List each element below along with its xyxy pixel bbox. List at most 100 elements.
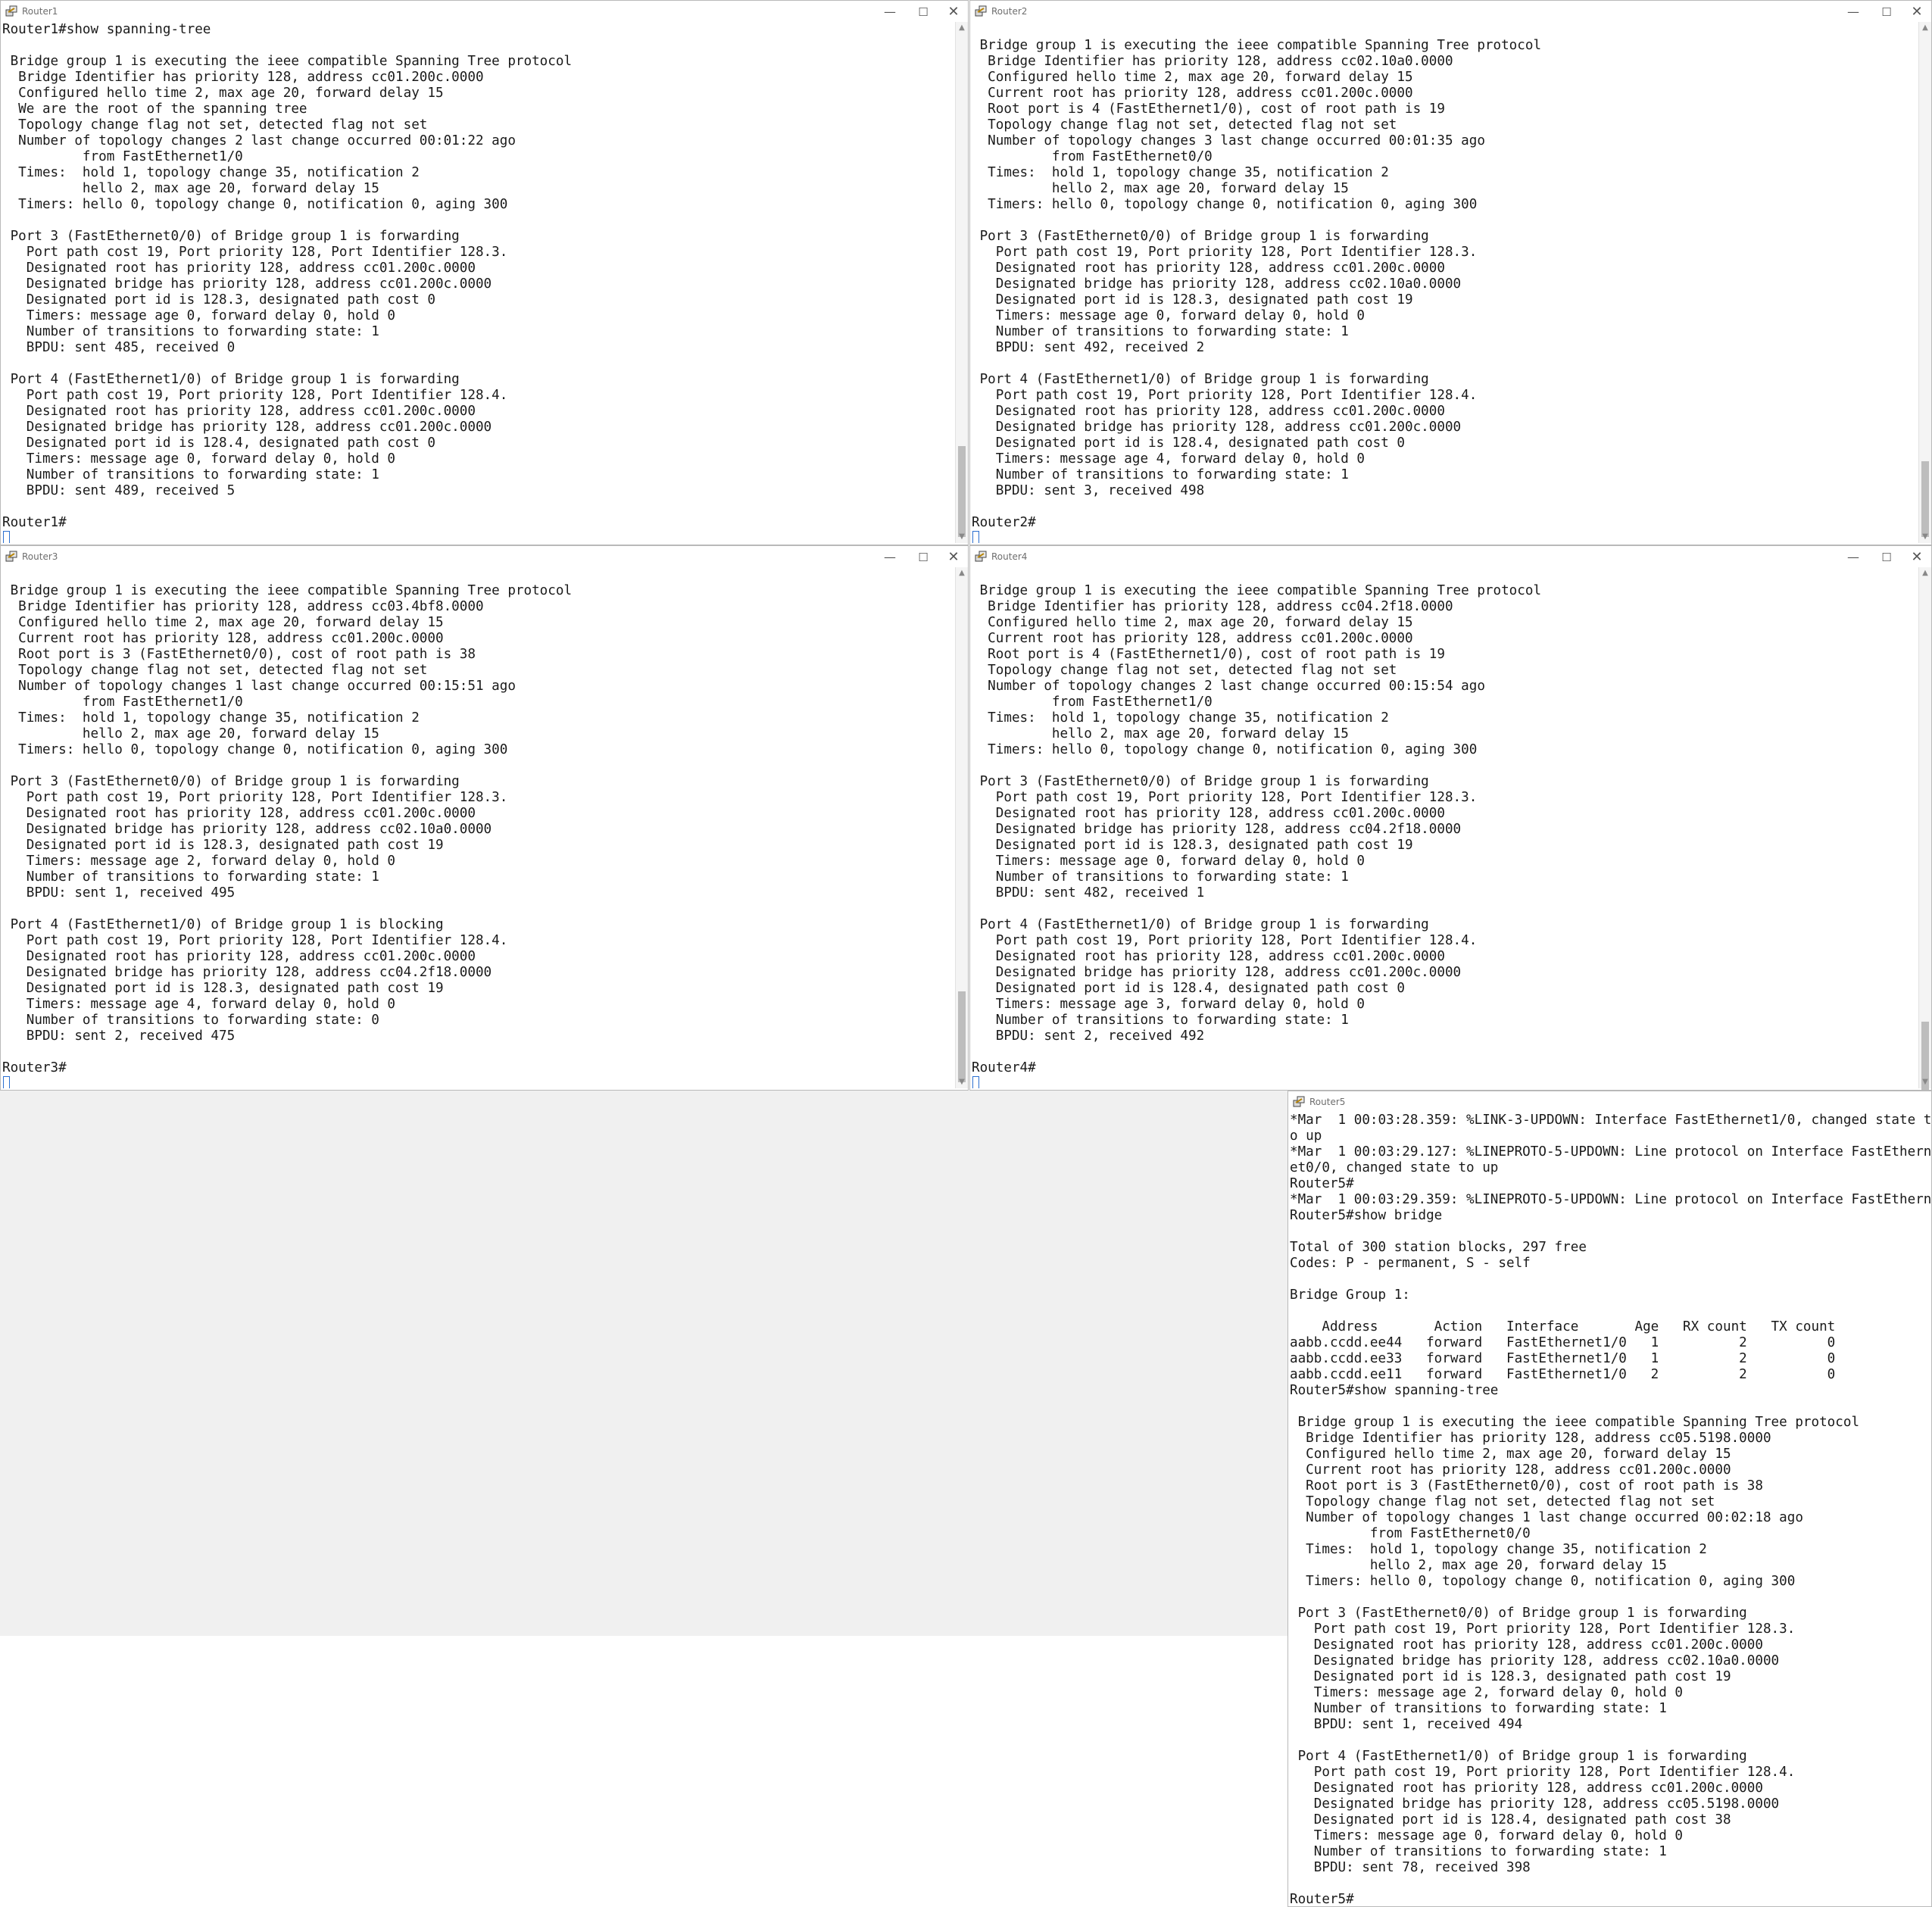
terminal-line: Designated port id is 128.3, designated … — [2, 981, 444, 996]
router2-scrollbar[interactable]: ▲ ▼ — [1918, 22, 1931, 543]
terminal-line: Router5#show bridge — [1290, 1208, 1443, 1223]
terminal-line: Topology change flag not set, detected f… — [2, 663, 428, 678]
router3-terminal[interactable]: Bridge group 1 is executing the ieee com… — [2, 567, 954, 1088]
terminal-line: BPDU: sent 3, received 498 — [972, 483, 1205, 498]
minimize-icon[interactable]: — — [879, 548, 901, 567]
terminal-line: Bridge Identifier has priority 128, addr… — [1290, 1431, 1771, 1446]
terminal-line: Designated root has priority 128, addres… — [972, 404, 1445, 419]
terminal-line: from FastEthernet1/0 — [2, 149, 243, 164]
minimize-icon[interactable]: — — [1842, 548, 1865, 567]
terminal-line: Timers: message age 0, forward delay 0, … — [1290, 1828, 1684, 1843]
terminal-line: Router5#show spanning-tree — [1290, 1383, 1499, 1398]
router3-title-bar[interactable]: Router3 — ☐ ✕ — [1, 546, 968, 569]
terminal-line: Designated root has priority 128, addres… — [1290, 1781, 1763, 1796]
terminal-line: Bridge Identifier has priority 128, addr… — [2, 599, 484, 614]
router4-prompt: Router4# — [972, 1060, 1036, 1075]
router1-title-bar[interactable]: Router1 — ☐ ✕ — [1, 1, 968, 23]
router3-scroll-thumb[interactable] — [958, 991, 966, 1082]
terminal-line: Number of transitions to forwarding stat… — [1290, 1701, 1667, 1716]
terminal-line: Bridge group 1 is executing the ieee com… — [2, 54, 573, 69]
router1-window-title: Router1 — [22, 6, 58, 17]
router1-window[interactable]: Router1 — ☐ ✕ Router1#show spanning-tree… — [0, 0, 969, 545]
minimize-icon[interactable]: — — [1842, 2, 1865, 22]
text-cursor-icon — [972, 531, 979, 543]
terminal-line: Number of topology changes 2 last change… — [2, 133, 516, 148]
router1-terminal[interactable]: Router1#show spanning-tree Bridge group … — [2, 22, 954, 543]
terminal-line: aabb.ccdd.ee33 forward FastEthernet1/0 1… — [1290, 1351, 1836, 1366]
router5-prompt-line[interactable]: Router5# — [1290, 1892, 1931, 1905]
terminal-line: Number of transitions to forwarding stat… — [972, 1013, 1349, 1028]
router5-window[interactable]: Router5 *Mar 1 00:03:28.359: %LINK-3-UPD… — [1287, 1091, 1932, 1907]
terminal-line: Timers: message age 0, forward delay 0, … — [2, 451, 396, 467]
terminal-line: Root port is 3 (FastEthernet0/0), cost o… — [2, 647, 476, 662]
terminal-line: Designated root has priority 128, addres… — [2, 404, 476, 419]
terminal-line: Port path cost 19, Port priority 128, Po… — [972, 388, 1478, 403]
scroll-down-arrow-icon[interactable]: ▼ — [1919, 531, 1931, 543]
terminal-line: hello 2, max age 20, forward delay 15 — [1290, 1558, 1667, 1573]
router3-window-title: Router3 — [22, 551, 58, 562]
router1-scroll-thumb[interactable] — [958, 446, 966, 537]
maximize-icon[interactable]: ☐ — [912, 548, 935, 567]
router2-window[interactable]: Router2 — ☐ ✕ Bridge group 1 is executin… — [969, 0, 1932, 545]
scroll-up-arrow-icon[interactable]: ▲ — [956, 22, 968, 34]
terminal-line: *Mar 1 00:03:29.127: %LINEPROTO-5-UPDOWN… — [1290, 1144, 1931, 1159]
terminal-line: Number of transitions to forwarding stat… — [972, 467, 1349, 482]
router2-scroll-thumb[interactable] — [1921, 461, 1929, 537]
scroll-down-arrow-icon[interactable]: ▼ — [1919, 1076, 1931, 1088]
terminal-line: Designated bridge has priority 128, addr… — [2, 822, 492, 837]
router3-prompt-line[interactable]: Router3# — [2, 1060, 954, 1088]
scroll-up-arrow-icon[interactable]: ▲ — [1919, 567, 1931, 579]
scroll-down-arrow-icon[interactable]: ▼ — [956, 531, 968, 543]
close-icon[interactable]: ✕ — [1905, 2, 1928, 22]
terminal-line: Port 4 (FastEthernet1/0) of Bridge group… — [972, 372, 1429, 387]
router4-prompt-line[interactable]: Router4# — [972, 1060, 1918, 1088]
terminal-line: Designated bridge has priority 128, addr… — [1290, 1653, 1780, 1668]
terminal-line: hello 2, max age 20, forward delay 15 — [2, 181, 379, 196]
maximize-icon[interactable]: ☐ — [912, 2, 935, 22]
router2-title-bar[interactable]: Router2 — ☐ ✕ — [970, 1, 1931, 23]
terminal-line: Port 4 (FastEthernet1/0) of Bridge group… — [2, 372, 460, 387]
scroll-up-arrow-icon[interactable]: ▲ — [956, 567, 968, 579]
terminal-line: Designated port id is 128.4, designated … — [972, 435, 1405, 451]
router4-terminal[interactable]: Bridge group 1 is executing the ieee com… — [972, 567, 1918, 1088]
router5-title-bar[interactable]: Router5 — [1288, 1091, 1931, 1114]
router5-terminal[interactable]: *Mar 1 00:03:28.359: %LINK-3-UPDOWN: Int… — [1290, 1113, 1931, 1905]
router3-window[interactable]: Router3 — ☐ ✕ Bridge group 1 is executin… — [0, 545, 969, 1091]
router3-scrollbar[interactable]: ▲ ▼ — [955, 567, 968, 1088]
router2-terminal[interactable]: Bridge group 1 is executing the ieee com… — [972, 22, 1918, 543]
scroll-down-arrow-icon[interactable]: ▼ — [956, 1076, 968, 1088]
router1-prompt-line[interactable]: Router1# — [2, 515, 954, 543]
terminal-line: Bridge Identifier has priority 128, addr… — [972, 54, 1453, 69]
terminal-line: Port 3 (FastEthernet0/0) of Bridge group… — [972, 229, 1429, 244]
terminal-line: Topology change flag not set, detected f… — [972, 663, 1397, 678]
terminal-line: BPDU: sent 78, received 398 — [1290, 1860, 1531, 1875]
close-icon[interactable]: ✕ — [1905, 548, 1928, 567]
terminal-line: Times: hold 1, topology change 35, notif… — [1290, 1542, 1707, 1557]
terminal-line: Bridge Group 1: — [1290, 1287, 1410, 1303]
router2-prompt-line[interactable]: Router2# — [972, 515, 1918, 543]
terminal-line: Timers: message age 3, forward delay 0, … — [972, 997, 1366, 1012]
close-icon[interactable]: ✕ — [942, 2, 965, 22]
router4-scrollbar[interactable]: ▲ ▼ — [1918, 567, 1931, 1090]
scroll-up-arrow-icon[interactable]: ▲ — [1919, 22, 1931, 34]
terminal-line: BPDU: sent 482, received 1 — [972, 885, 1205, 900]
router1-scrollbar[interactable]: ▲ ▼ — [955, 22, 968, 543]
maximize-icon[interactable]: ☐ — [1875, 2, 1898, 22]
terminal-line: Designated bridge has priority 128, addr… — [972, 420, 1462, 435]
terminal-line: Port 4 (FastEthernet1/0) of Bridge group… — [2, 917, 444, 932]
close-icon[interactable]: ✕ — [942, 548, 965, 567]
router5-prompt: Router5# — [1290, 1892, 1354, 1905]
maximize-icon[interactable]: ☐ — [1875, 548, 1898, 567]
router4-window[interactable]: Router4 — ☐ ✕ Bridge group 1 is executin… — [969, 545, 1932, 1091]
terminal-line: Timers: message age 4, forward delay 0, … — [2, 997, 396, 1012]
terminal-line: Current root has priority 128, address c… — [2, 631, 444, 646]
router4-title-bar[interactable]: Router4 — ☐ ✕ — [970, 546, 1931, 569]
terminal-line: et0/0, changed state to up — [1290, 1160, 1499, 1175]
minimize-icon[interactable]: — — [879, 2, 901, 22]
terminal-line: Port path cost 19, Port priority 128, Po… — [972, 245, 1478, 260]
terminal-line: Number of topology changes 1 last change… — [2, 679, 516, 694]
